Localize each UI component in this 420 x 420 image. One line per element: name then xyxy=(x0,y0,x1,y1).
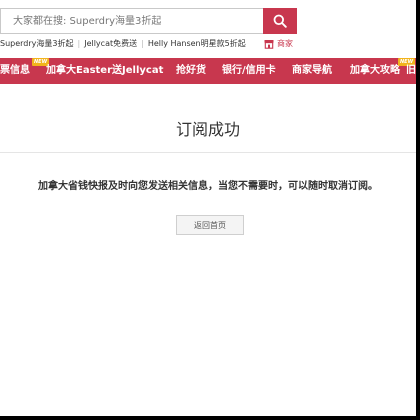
nav-item-label: 加拿大攻略 xyxy=(350,65,400,76)
hot-link-superdry[interactable]: Superdry海量3折起 xyxy=(0,39,74,48)
nav-item-more[interactable]: 旧 xyxy=(406,58,416,84)
link-divider: | xyxy=(141,39,144,48)
main-nav: 票信息 NEW 加拿大Easter送Jellycat 抢好货 银行/信用卡 商家… xyxy=(0,58,416,84)
nav-item-tickets[interactable]: 票信息 xyxy=(0,58,30,84)
screen-border xyxy=(416,0,420,420)
nav-item-deals[interactable]: 抢好货 xyxy=(176,58,206,84)
nav-item-label: 银行/信用卡 xyxy=(222,65,276,76)
nav-item-label: 票信息 xyxy=(0,65,30,76)
page: Superdry海量3折起|Jellycat免费送|Helly Hansen明星… xyxy=(0,0,416,416)
link-divider: | xyxy=(77,39,81,48)
nav-item-easter-jellycat[interactable]: 加拿大Easter送Jellycat xyxy=(46,58,163,84)
search-button[interactable] xyxy=(263,8,297,34)
store-icon xyxy=(264,40,274,49)
nav-item-bank-credit-card[interactable]: 银行/信用卡 xyxy=(222,58,276,84)
nav-item-merchant-directory[interactable]: 商家导航 xyxy=(292,58,332,84)
search-icon xyxy=(273,14,287,28)
title-section: 订阅成功 xyxy=(0,84,416,153)
page-title: 订阅成功 xyxy=(175,120,240,139)
search-input[interactable] xyxy=(1,9,263,33)
search-bar xyxy=(0,8,296,34)
nav-item-label: 加拿大Easter送Jellycat xyxy=(46,65,164,76)
hot-search-links: Superdry海量3折起 | Jellycat免费送 | Helly Hansen明星… xyxy=(0,38,246,50)
back-to-home-button[interactable]: 返回首页 xyxy=(176,215,244,235)
merchant-link[interactable]: 商家 xyxy=(264,37,293,51)
merchant-link-label: 商家 xyxy=(277,39,293,48)
nav-item-label: 旧 xyxy=(406,65,416,76)
screen-border xyxy=(0,416,420,420)
hot-link-jellycat[interactable]: Jellycat免费送 xyxy=(84,39,137,48)
nav-item-label: 抢好货 xyxy=(176,65,206,76)
subscription-message: 加拿大省钱快报及时向您发送相关信息，当您不需要时，可以随时取消订阅。 xyxy=(38,181,378,192)
nav-item-label: 商家导航 xyxy=(292,65,332,76)
nav-item-canada-guide[interactable]: 加拿大攻略 xyxy=(350,58,400,84)
hot-link-helly-hansen[interactable]: Helly Hansen明星款5折起 xyxy=(148,39,246,48)
